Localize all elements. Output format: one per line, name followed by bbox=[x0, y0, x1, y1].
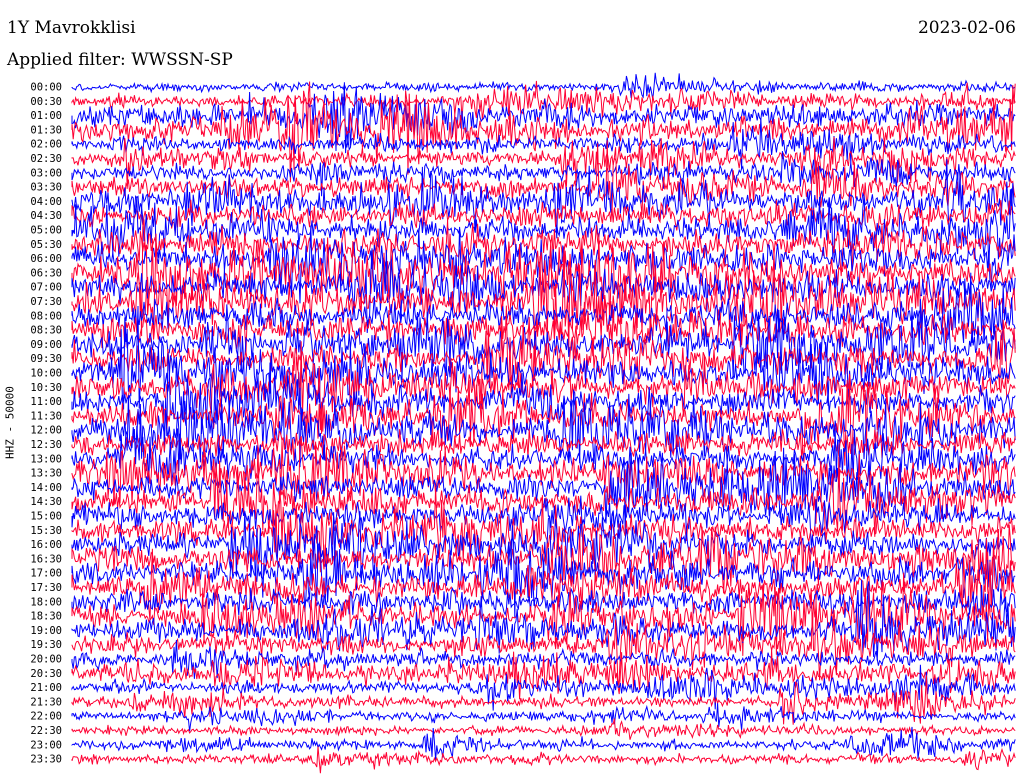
row-label: 12:00 bbox=[30, 425, 62, 437]
row-label: 22:00 bbox=[30, 711, 62, 723]
helicorder-plot: 00:00 00:30 01:00 01:30 02:00 02:30 03:00 03:30… bbox=[30, 72, 1016, 774]
row-label: 02:00 bbox=[30, 139, 62, 151]
row-label: 04:00 bbox=[30, 196, 62, 208]
row-label: 05:30 bbox=[30, 239, 62, 251]
row-label: 06:30 bbox=[30, 267, 62, 279]
row-label: 20:30 bbox=[30, 668, 62, 680]
row-label: 18:30 bbox=[30, 611, 62, 623]
row-label: 09:30 bbox=[30, 353, 62, 365]
row-label: 14:30 bbox=[30, 496, 62, 508]
row-label: 22:30 bbox=[30, 725, 62, 737]
row-label: 00:30 bbox=[30, 96, 62, 108]
row-label: 10:30 bbox=[30, 382, 62, 394]
row-label: 11:30 bbox=[30, 410, 62, 422]
trace-row bbox=[71, 649, 1016, 700]
row-label: 01:00 bbox=[30, 110, 62, 122]
row-label: 16:00 bbox=[30, 539, 62, 551]
row-label: 02:30 bbox=[30, 153, 62, 165]
row-label: 03:00 bbox=[30, 167, 62, 179]
row-label: 13:00 bbox=[30, 453, 62, 465]
row-label: 09:00 bbox=[30, 339, 62, 351]
row-label: 07:00 bbox=[30, 282, 62, 294]
row-label: 08:30 bbox=[30, 325, 62, 337]
row-label: 14:00 bbox=[30, 482, 62, 494]
row-label: 20:00 bbox=[30, 654, 62, 666]
row-label: 21:00 bbox=[30, 682, 62, 694]
row-label: 21:30 bbox=[30, 696, 62, 708]
row-label: 13:30 bbox=[30, 468, 62, 480]
row-label: 10:00 bbox=[30, 368, 62, 380]
trace-row bbox=[71, 718, 1016, 740]
row-label: 16:30 bbox=[30, 553, 62, 565]
row-label: 23:30 bbox=[30, 754, 62, 766]
row-label: 04:30 bbox=[30, 210, 62, 222]
trace-row bbox=[71, 72, 1016, 100]
row-label: 11:00 bbox=[30, 396, 62, 408]
row-label: 18:00 bbox=[30, 596, 62, 608]
row-label: 06:00 bbox=[30, 253, 62, 265]
row-labels: 00:00 00:30 01:00 01:30 02:00 02:30 03:00 03:30… bbox=[30, 82, 62, 766]
row-label: 15:00 bbox=[30, 511, 62, 523]
row-label: 07:30 bbox=[30, 296, 62, 308]
row-label: 08:00 bbox=[30, 310, 62, 322]
row-label: 12:30 bbox=[30, 439, 62, 451]
row-label: 01:30 bbox=[30, 124, 62, 136]
row-label: 19:00 bbox=[30, 625, 62, 637]
trace-layer bbox=[71, 72, 1016, 774]
row-label: 17:00 bbox=[30, 568, 62, 580]
row-label: 05:00 bbox=[30, 225, 62, 237]
trace-row bbox=[71, 81, 1016, 183]
row-label: 03:30 bbox=[30, 182, 62, 194]
row-label: 15:30 bbox=[30, 525, 62, 537]
row-label: 17:30 bbox=[30, 582, 62, 594]
row-label: 19:30 bbox=[30, 639, 62, 651]
trace-row bbox=[71, 746, 1016, 774]
row-label: 00:00 bbox=[30, 82, 62, 94]
row-label: 23:00 bbox=[30, 739, 62, 751]
